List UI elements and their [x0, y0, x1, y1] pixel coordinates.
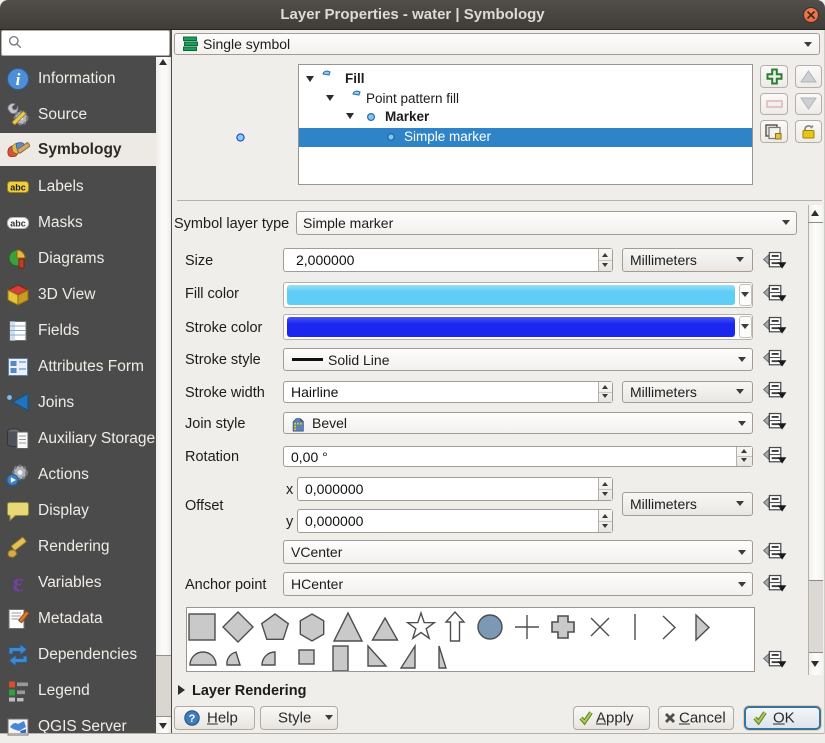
svg-text:abc: abc — [10, 183, 26, 193]
svg-text:i: i — [16, 70, 21, 89]
svg-text:abc: abc — [10, 219, 26, 229]
svg-text:ε: ε — [12, 571, 23, 595]
svg-text:?: ? — [189, 713, 196, 725]
